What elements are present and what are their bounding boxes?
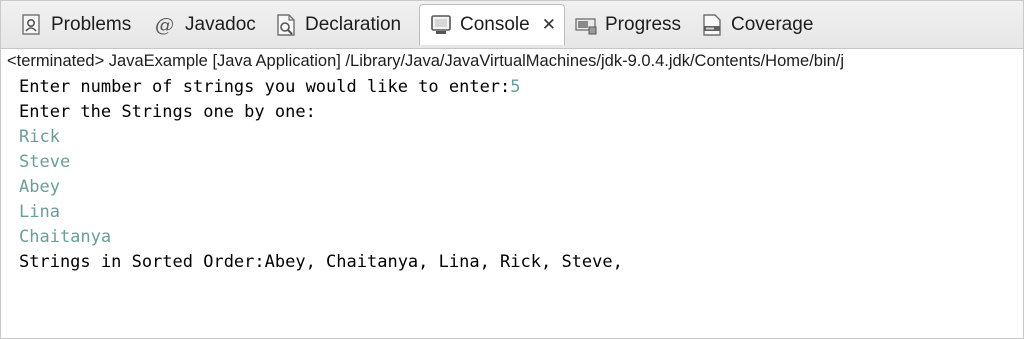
- javadoc-icon: @: [155, 14, 174, 36]
- tab-declaration[interactable]: Declaration: [275, 7, 401, 43]
- input-line: Steve: [19, 152, 71, 172]
- declaration-icon: [275, 14, 297, 36]
- prompt-strings: Enter the Strings one by one:: [19, 102, 316, 122]
- tab-progress[interactable]: Progress: [575, 7, 681, 43]
- close-icon[interactable]: ✕: [542, 15, 556, 35]
- console-view: Problems @ Javadoc Declaration Console ✕…: [0, 0, 1024, 339]
- prompt-count: Enter number of strings you would like t…: [19, 77, 511, 97]
- tab-coverage-label: Coverage: [731, 14, 814, 35]
- tab-problems-label: Problems: [51, 14, 132, 35]
- tab-coverage[interactable]: Coverage: [701, 7, 813, 43]
- input-line: Lina: [19, 202, 60, 222]
- problems-icon: [21, 14, 43, 36]
- input-line: Rick: [19, 127, 60, 147]
- progress-icon: [575, 14, 597, 36]
- sorted-result: Strings in Sorted Order:Abey, Chaitanya,…: [19, 252, 623, 272]
- input-count: 5: [510, 77, 521, 97]
- tab-declaration-label: Declaration: [305, 14, 402, 35]
- view-tab-bar: Problems @ Javadoc Declaration Console ✕…: [1, 1, 1023, 49]
- tab-progress-label: Progress: [605, 14, 682, 35]
- launch-status-line: <terminated> JavaExample [Java Applicati…: [7, 52, 845, 70]
- tab-javadoc-label: Javadoc: [185, 14, 256, 35]
- console-output[interactable]: Enter number of strings you would like t…: [1, 73, 1023, 338]
- tab-console[interactable]: Console ✕: [419, 4, 565, 45]
- tab-problems[interactable]: Problems: [21, 7, 131, 43]
- console-icon: [430, 14, 452, 36]
- input-line: Chaitanya: [19, 227, 112, 247]
- console-line: Enter number of strings you would like t…: [19, 75, 521, 100]
- coverage-icon: [701, 14, 723, 36]
- input-line: Abey: [19, 177, 60, 197]
- tab-console-label: Console: [460, 14, 530, 35]
- tab-javadoc[interactable]: @ Javadoc: [155, 7, 256, 43]
